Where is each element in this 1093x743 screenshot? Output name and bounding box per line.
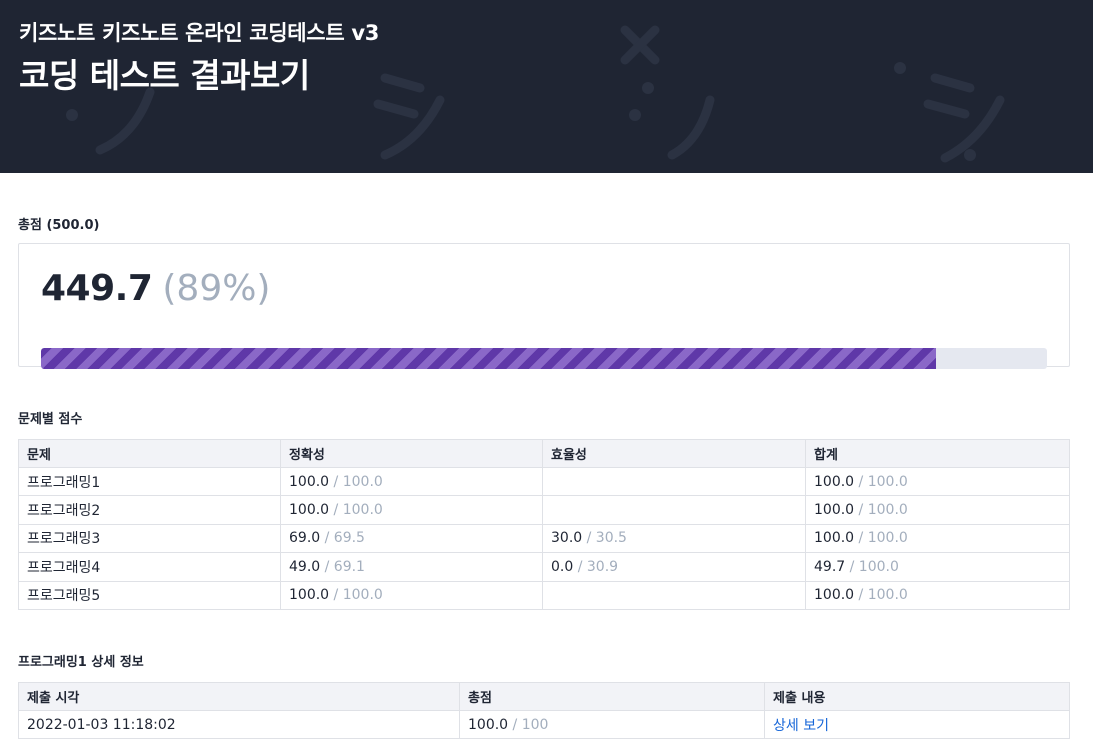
column-header-accuracy: 정확성 xyxy=(280,439,543,468)
column-header-total: 합계 xyxy=(805,439,1070,468)
efficiency-score: 30.0 / 30.5 xyxy=(542,523,806,554)
efficiency-score-max: 30.5 xyxy=(595,530,627,547)
submission-score: 100.0 / 100 xyxy=(459,709,765,740)
total-score-value: 100.0 xyxy=(814,587,855,604)
problem-rows: 프로그래밍1 100.0 / 100.0 100.0 / 100.0 프로그래밍2 10… xyxy=(18,466,1070,610)
efficiency-score xyxy=(542,466,806,497)
score-separator: / xyxy=(854,473,868,490)
total-score-max: 100.0 xyxy=(867,502,908,519)
accuracy-score: 100.0 / 100.0 xyxy=(280,466,543,497)
table-header-row: 제출 시각 총점 제출 내용 xyxy=(18,681,1070,711)
total-score-label: 총점 (500.0) xyxy=(18,218,100,233)
score-separator: / xyxy=(329,587,343,604)
total-score: 100.0 / 100.0 xyxy=(805,523,1070,554)
efficiency-score-value: 0.0 xyxy=(551,558,574,575)
efficiency-score-max: 30.9 xyxy=(586,558,619,575)
total-score-max: 100.0 xyxy=(867,473,908,490)
column-header-score: 총점 xyxy=(459,681,765,711)
accuracy-score-value: 100.0 xyxy=(289,502,330,519)
accuracy-score-max: 69.5 xyxy=(333,530,365,547)
table-row: 프로그래밍5 100.0 / 100.0 100.0 / 100.0 xyxy=(18,580,1070,610)
column-header-efficiency: 효율성 xyxy=(542,439,806,468)
total-score: 100.0 / 100.0 xyxy=(805,580,1070,610)
accuracy-score: 49.0 / 69.1 xyxy=(280,552,543,582)
table-row: 프로그래밍3 69.0 / 69.5 30.0 / 30.5 100.0 / 100.… xyxy=(18,523,1070,554)
accuracy-score-value: 100.0 xyxy=(289,587,330,604)
accuracy-score: 69.0 / 69.5 xyxy=(280,523,543,554)
score-separator: / xyxy=(508,716,522,733)
problem-name: 프로그래밍3 xyxy=(18,523,281,554)
accuracy-score: 100.0 / 100.0 xyxy=(280,580,543,610)
problem-name: 프로그래밍1 xyxy=(18,466,281,497)
column-header-submission: 제출 내용 xyxy=(764,681,1070,711)
total-score-value: 100.0 xyxy=(814,530,855,547)
accuracy-score-max: 100.0 xyxy=(342,502,383,519)
total-score-card: 449.7 (89%) xyxy=(18,243,1070,369)
score-separator: / xyxy=(320,530,334,547)
column-header-problem: 문제 xyxy=(18,439,281,468)
main-content: 총점 (500.0) 449.7 (89%) 문제별 점수 문제 정확성 효율성… xyxy=(0,214,1093,740)
problem-name: 프로그래밍5 xyxy=(18,580,281,610)
efficiency-score xyxy=(542,580,806,610)
column-header-submit-time: 제출 시각 xyxy=(18,681,460,711)
efficiency-score xyxy=(542,495,806,525)
total-score-value: 449.7 xyxy=(41,268,153,309)
total-score-percent: (89%) xyxy=(162,268,271,309)
problem-name: 프로그래밍2 xyxy=(18,495,281,525)
accuracy-score-value: 69.0 xyxy=(289,530,321,547)
score-separator: / xyxy=(845,558,859,575)
problem-scores-table: 문제 정확성 효율성 합계 프로그래밍1 100.0 / 100.0 100.0 /… xyxy=(18,439,1070,610)
accuracy-score-value: 49.0 xyxy=(289,558,321,575)
efficiency-score-value: 30.0 xyxy=(551,530,583,547)
view-detail-link[interactable]: 상세 보기 xyxy=(773,718,829,734)
accuracy-score-max: 69.1 xyxy=(333,558,365,575)
total-score-max: 100.0 xyxy=(858,558,899,575)
total-score: 100.0 / 100.0 xyxy=(805,466,1070,497)
accuracy-score-value: 100.0 xyxy=(289,473,330,490)
submission-content: 상세 보기 xyxy=(764,709,1070,740)
total-score: 100.0 / 100.0 xyxy=(805,495,1070,525)
efficiency-score: 0.0 / 30.9 xyxy=(542,552,806,582)
score-separator: / xyxy=(854,587,868,604)
page-header: 키즈노트 키즈노트 온라인 코딩테스트 v3 코딩 테스트 결과보기 xyxy=(0,0,1093,173)
score-separator: / xyxy=(854,502,868,519)
problem-name: 프로그래밍4 xyxy=(18,552,281,582)
score-separator: / xyxy=(582,530,596,547)
test-name: 키즈노트 키즈노트 온라인 코딩테스트 v3 xyxy=(19,21,380,45)
total-score: 49.7 / 100.0 xyxy=(805,552,1070,582)
score-separator: / xyxy=(329,502,343,519)
score-separator: / xyxy=(320,558,334,575)
page-title: 코딩 테스트 결과보기 xyxy=(19,56,310,95)
table-row: 2022-01-03 11:18:02 100.0 / 100 상세 보기 xyxy=(18,709,1070,740)
table-row: 프로그래밍1 100.0 / 100.0 100.0 / 100.0 xyxy=(18,466,1070,497)
submit-time: 2022-01-03 11:18:02 xyxy=(18,709,460,740)
total-score-value: 100.0 xyxy=(814,502,855,519)
accuracy-score-max: 100.0 xyxy=(342,473,383,490)
score-value: 100.0 xyxy=(468,716,509,733)
submission-detail-table: 제출 시각 총점 제출 내용 2022-01-03 11:18:02 100.0… xyxy=(18,681,1070,740)
score-separator: / xyxy=(854,530,868,547)
problem-scores-label: 문제별 점수 xyxy=(18,412,83,427)
table-row: 프로그래밍2 100.0 / 100.0 100.0 / 100.0 xyxy=(18,495,1070,525)
score-progress-bar xyxy=(41,348,1047,369)
total-score-value: 100.0 xyxy=(814,473,855,490)
accuracy-score: 100.0 / 100.0 xyxy=(280,495,543,525)
table-row: 프로그래밍4 49.0 / 69.1 0.0 / 30.9 49.7 / 100.0 xyxy=(18,552,1070,582)
detail-section-label: 프로그래밍1 상세 정보 xyxy=(18,654,144,670)
score-separator: / xyxy=(573,558,587,575)
table-header-row: 문제 정확성 효율성 합계 xyxy=(18,439,1070,468)
score-progress-fill xyxy=(41,348,937,369)
accuracy-score-max: 100.0 xyxy=(342,587,383,604)
total-score-max: 100.0 xyxy=(867,530,908,547)
total-score-max: 100.0 xyxy=(867,587,908,604)
total-score-value: 49.7 xyxy=(814,558,846,575)
score-separator: / xyxy=(329,473,343,490)
score-max: 100 xyxy=(521,716,549,733)
